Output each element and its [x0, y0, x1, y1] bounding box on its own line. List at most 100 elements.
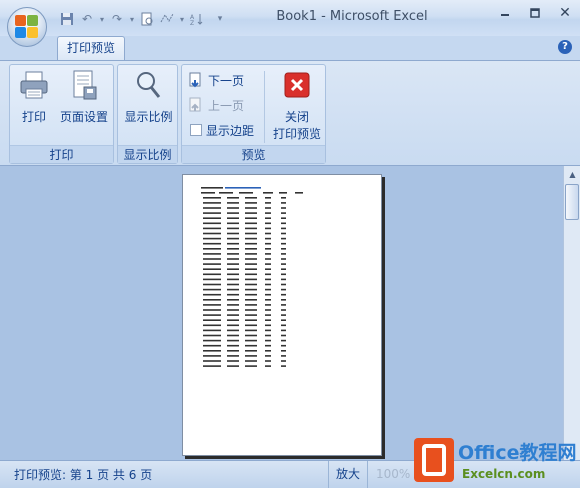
- close-label-line1: 关闭: [284, 110, 309, 124]
- show-margins-checkbox[interactable]: 显示边距: [190, 120, 254, 140]
- page-text-line: [203, 232, 221, 235]
- group-separator: [264, 71, 265, 143]
- page-text-line: [265, 288, 271, 291]
- page-text-line: [265, 202, 271, 204]
- page-text-line: [245, 273, 257, 276]
- group-print-label: 打印: [10, 145, 113, 163]
- page-text-line: [281, 283, 286, 286]
- page-text-line: [203, 339, 221, 342]
- page-text-line: [265, 248, 271, 250]
- office-watermark-logo-icon: [414, 438, 454, 482]
- print-button[interactable]: 打印: [14, 69, 54, 125]
- help-icon[interactable]: ?: [558, 40, 572, 54]
- page-text-line: [227, 293, 239, 296]
- page-text-line: [227, 207, 239, 209]
- page-text-line: [281, 304, 286, 306]
- group-zoom-label: 显示比例: [118, 145, 177, 163]
- page-text-line: [203, 365, 221, 367]
- checkbox-box[interactable]: [190, 124, 202, 136]
- page-text-line: [227, 360, 239, 362]
- page-text-line: [281, 202, 286, 204]
- page-text-line: [281, 197, 286, 199]
- page-text-line: [203, 350, 221, 352]
- page-text-line: [265, 360, 271, 362]
- scroll-thumb[interactable]: [565, 184, 579, 220]
- page-text-line: [245, 309, 257, 311]
- page-text-line: [281, 344, 286, 347]
- page-text-line: [265, 350, 271, 352]
- page-text-line: [203, 334, 221, 337]
- page-text-line: [265, 273, 271, 276]
- page-text-line: [265, 258, 271, 260]
- page-text-line: [281, 273, 286, 276]
- page-text-line: [265, 355, 271, 357]
- page-text-line: [245, 319, 257, 321]
- page-text-line: [245, 202, 257, 204]
- page-text-line: [281, 248, 286, 250]
- page-setup-label: 页面设置: [59, 110, 108, 124]
- page-text-line: [281, 293, 286, 296]
- page-text-line: [203, 360, 221, 362]
- page-text-line: [203, 288, 221, 291]
- zoom-button[interactable]: 显示比例: [120, 69, 177, 125]
- page-text-line: [245, 365, 257, 367]
- page-text-line: [203, 268, 221, 270]
- page-text-line: [265, 299, 271, 301]
- page-text-line: [227, 258, 239, 260]
- page-text-line: [279, 192, 287, 194]
- page-text-line: [265, 304, 271, 306]
- page-text-line: [227, 212, 239, 214]
- close-print-preview-button[interactable]: 关闭 打印预览: [270, 69, 324, 142]
- page-text-line: [265, 222, 271, 225]
- zoom-in-button[interactable]: 放大: [328, 461, 368, 488]
- page-content-thumbnail: [201, 187, 303, 367]
- office-button[interactable]: [7, 7, 47, 47]
- watermark-url: Excelcn.com: [462, 467, 546, 481]
- page-text-line: [265, 268, 271, 270]
- page-text-line: [203, 222, 221, 225]
- page-text-line: [227, 334, 239, 337]
- page-text-line: [245, 283, 257, 286]
- page-text-line: [265, 237, 271, 240]
- page-setup-button[interactable]: 页面设置: [56, 69, 112, 125]
- page-text-line: [281, 324, 286, 327]
- close-icon[interactable]: ✕: [550, 0, 580, 26]
- group-print: 打印 页面设置 打印: [9, 64, 114, 164]
- page-text-line: [227, 268, 239, 270]
- window-controls: ✕: [490, 0, 580, 30]
- page-text-line: [227, 339, 239, 342]
- preview-area: ▲: [0, 166, 580, 460]
- scroll-up-icon[interactable]: ▲: [564, 166, 580, 183]
- maximize-icon[interactable]: [520, 0, 550, 26]
- minimize-icon[interactable]: [490, 0, 520, 26]
- office-logo-icon: [15, 15, 39, 39]
- page-text-line: [245, 248, 257, 250]
- page-text-line: [245, 288, 257, 291]
- page-text-line: [265, 207, 271, 209]
- page-text-line: [281, 207, 286, 209]
- page-text-line: [265, 344, 271, 347]
- page-text-line: [265, 319, 271, 321]
- tab-print-preview[interactable]: 打印预览: [57, 36, 125, 60]
- zoom-button-label: 显示比例: [124, 110, 173, 124]
- page-text-line: [227, 324, 239, 327]
- page-text-line: [245, 329, 257, 332]
- group-zoom: 显示比例 显示比例: [117, 64, 178, 164]
- page-text-line: [245, 350, 257, 352]
- prev-page-button[interactable]: 上一页: [188, 95, 244, 115]
- vertical-scrollbar[interactable]: ▲: [563, 166, 580, 460]
- page-text-line: [203, 263, 221, 265]
- page-text-line: [245, 268, 257, 270]
- page-text-line: [265, 293, 271, 296]
- page-text-line: [201, 187, 223, 189]
- page-text-line: [203, 355, 221, 357]
- page-text-line: [203, 273, 221, 276]
- page-text-line: [203, 283, 221, 286]
- page-text-line: [227, 314, 239, 316]
- page-text-line: [245, 334, 257, 337]
- next-page-button[interactable]: 下一页: [188, 70, 244, 90]
- page-text-line: [203, 344, 221, 347]
- page-text-line: [227, 248, 239, 250]
- page-text-line: [265, 217, 271, 219]
- page-text-line: [245, 324, 257, 327]
